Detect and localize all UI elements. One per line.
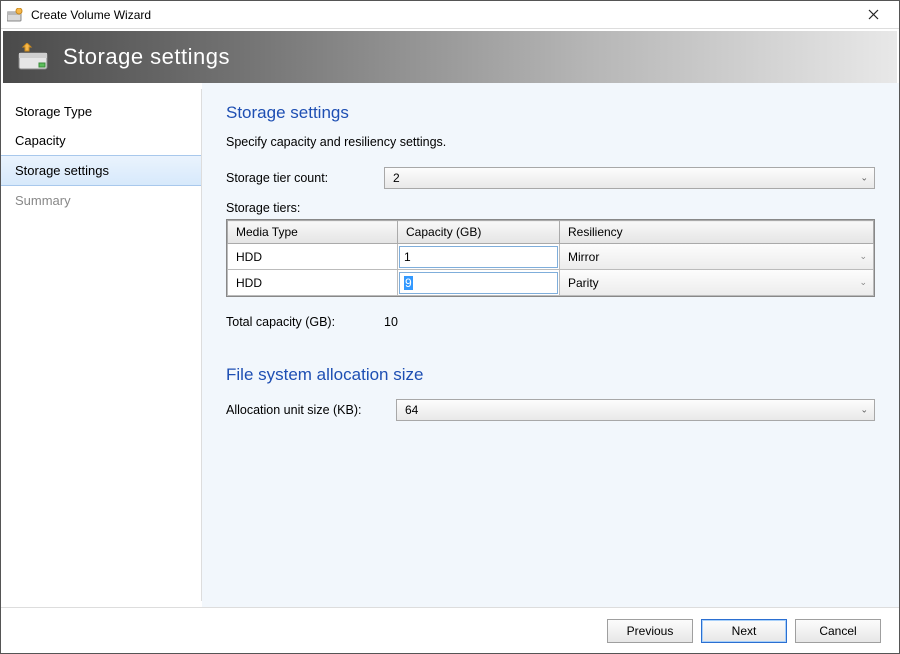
total-capacity-label: Total capacity (GB): xyxy=(226,315,384,329)
titlebar: Create Volume Wizard xyxy=(1,1,899,29)
table-row: HDD 9 Parity⌄ xyxy=(228,270,874,296)
app-icon xyxy=(7,7,25,23)
capacity-input[interactable]: 9 xyxy=(399,272,558,294)
sidebar: Storage Type Capacity Storage settings S… xyxy=(1,83,201,607)
tier-count-select[interactable]: 2 ⌄ xyxy=(384,167,875,189)
cancel-button[interactable]: Cancel xyxy=(795,619,881,643)
banner-title: Storage settings xyxy=(63,44,230,70)
table-header-row: Media Type Capacity (GB) Resiliency xyxy=(228,221,874,244)
sidebar-item-storage-settings[interactable]: Storage settings xyxy=(1,155,201,186)
media-type-cell: HDD xyxy=(228,273,397,293)
allocation-unit-size-select[interactable]: 64 ⌄ xyxy=(396,399,875,421)
chevron-down-icon: ⌄ xyxy=(860,405,868,416)
col-media-type[interactable]: Media Type xyxy=(228,221,398,244)
media-type-cell: HDD xyxy=(228,247,397,267)
col-resiliency[interactable]: Resiliency xyxy=(560,221,874,244)
page-banner: Storage settings xyxy=(3,31,897,83)
main-content: Storage settings Specify capacity and re… xyxy=(202,83,899,607)
storage-tiers-label: Storage tiers: xyxy=(226,201,875,215)
wizard-footer: Previous Next Cancel xyxy=(1,607,899,653)
section-storage-settings-title: Storage settings xyxy=(226,103,875,123)
sidebar-item-storage-type[interactable]: Storage Type xyxy=(1,97,201,126)
col-capacity[interactable]: Capacity (GB) xyxy=(398,221,560,244)
close-button[interactable] xyxy=(853,1,893,28)
resiliency-select[interactable]: Parity⌄ xyxy=(560,270,873,295)
allocation-unit-size-value: 64 xyxy=(405,403,418,417)
table-row: HDD 1 Mirror⌄ xyxy=(228,244,874,270)
allocation-unit-size-label: Allocation unit size (KB): xyxy=(226,403,396,417)
close-icon xyxy=(868,9,879,20)
section-description: Specify capacity and resiliency settings… xyxy=(226,135,875,149)
storage-icon xyxy=(17,42,53,72)
total-capacity-value: 10 xyxy=(384,315,398,329)
previous-button[interactable]: Previous xyxy=(607,619,693,643)
next-button[interactable]: Next xyxy=(701,619,787,643)
storage-tiers-table: Media Type Capacity (GB) Resiliency HDD … xyxy=(226,219,875,297)
capacity-input[interactable]: 1 xyxy=(399,246,558,268)
window-title: Create Volume Wizard xyxy=(31,8,853,22)
wizard-window: Create Volume Wizard Storage settings St… xyxy=(0,0,900,654)
wizard-body: Storage Type Capacity Storage settings S… xyxy=(1,83,899,607)
tier-count-label: Storage tier count: xyxy=(226,171,384,185)
sidebar-item-capacity[interactable]: Capacity xyxy=(1,126,201,155)
chevron-down-icon: ⌄ xyxy=(859,251,867,262)
sidebar-item-summary[interactable]: Summary xyxy=(1,186,201,215)
chevron-down-icon: ⌄ xyxy=(859,277,867,288)
tier-count-value: 2 xyxy=(393,171,400,185)
resiliency-select[interactable]: Mirror⌄ xyxy=(560,244,873,269)
section-file-system-title: File system allocation size xyxy=(226,365,875,385)
chevron-down-icon: ⌄ xyxy=(860,173,868,184)
